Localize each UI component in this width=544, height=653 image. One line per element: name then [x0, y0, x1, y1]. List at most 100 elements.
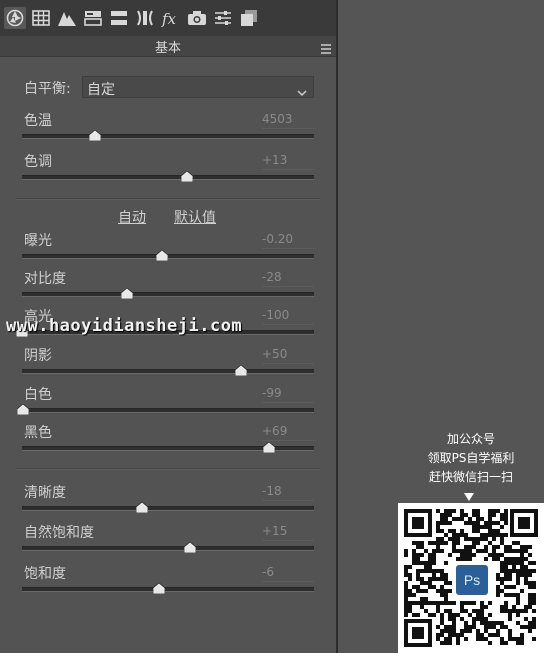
slider-track-tint[interactable]	[22, 175, 314, 180]
qr-module	[440, 577, 444, 581]
qr-module	[520, 573, 524, 577]
qr-module	[528, 569, 532, 573]
qr-module	[464, 557, 468, 561]
promo-line-2: 领取PS自学福利	[427, 451, 515, 465]
slider-thumb-vibrance[interactable]	[183, 542, 196, 553]
slider-track-saturation[interactable]	[22, 587, 314, 592]
qr-module	[424, 589, 428, 593]
qr-module	[516, 569, 520, 573]
qr-module	[524, 581, 528, 585]
qr-module	[416, 557, 420, 561]
qr-module	[468, 553, 472, 557]
qr-module	[444, 517, 448, 521]
qr-module	[500, 577, 504, 581]
split-tone-icon[interactable]	[82, 7, 104, 29]
qr-module	[520, 569, 524, 573]
qr-module	[508, 569, 512, 573]
auto-link[interactable]: 自动	[118, 207, 146, 227]
slider-value-whites[interactable]: -99	[262, 386, 314, 403]
qr-module	[412, 561, 416, 565]
qr-module	[496, 557, 500, 561]
slider-track-shadows[interactable]	[22, 369, 314, 374]
qr-module	[524, 569, 528, 573]
slider-thumb-temperature[interactable]	[89, 130, 101, 141]
qr-module	[416, 541, 420, 545]
qr-module	[500, 625, 504, 629]
slider-value-exposure[interactable]: -0.20	[262, 232, 314, 249]
qr-module	[484, 557, 488, 561]
qr-module	[440, 529, 444, 533]
default-link[interactable]: 默认值	[174, 207, 216, 227]
slider-track-contrast[interactable]	[22, 292, 314, 297]
qr-module	[456, 637, 460, 641]
qr-module	[532, 593, 536, 597]
qr-module	[504, 561, 508, 565]
slider-value-highlights[interactable]: -100	[262, 308, 314, 325]
qr-module	[528, 605, 532, 609]
slider-thumb-tint[interactable]	[180, 171, 193, 182]
qr-module	[504, 549, 508, 553]
slider-value-tint[interactable]: +13	[262, 153, 314, 170]
camera-icon[interactable]	[186, 7, 208, 29]
slider-value-saturation[interactable]: -6	[262, 565, 314, 582]
qr-module	[504, 625, 508, 629]
qr-module	[532, 621, 536, 625]
qr-module	[516, 613, 520, 617]
qr-module	[432, 549, 436, 553]
white-balance-dropdown[interactable]: 自定	[82, 76, 314, 98]
slider-track-temperature[interactable]	[22, 134, 314, 139]
slider-thumb-contrast[interactable]	[121, 288, 134, 299]
slider-thumb-saturation[interactable]	[153, 583, 166, 594]
slider-track-whites[interactable]	[22, 408, 314, 413]
qr-module	[516, 609, 520, 613]
qr-module	[484, 629, 488, 633]
hsl-bars-icon[interactable]	[108, 7, 130, 29]
qr-module	[456, 533, 460, 537]
qr-module	[528, 553, 532, 557]
panel-menu-icon[interactable]	[320, 40, 332, 54]
slider-thumb-shadows[interactable]	[235, 365, 247, 376]
qr-module	[500, 589, 504, 593]
slider-track-vibrance[interactable]	[22, 546, 314, 551]
qr-module	[420, 569, 424, 573]
slider-value-vibrance[interactable]: +15	[262, 524, 314, 541]
qr-module	[432, 557, 436, 561]
qr-module	[424, 597, 428, 601]
qr-module	[516, 641, 520, 645]
sliders-icon[interactable]	[212, 7, 234, 29]
qr-module	[404, 553, 408, 557]
qr-module	[412, 593, 416, 597]
slider-thumb-clarity[interactable]	[135, 502, 148, 513]
qr-module	[492, 521, 496, 525]
slider-value-shadows[interactable]: +50	[262, 347, 314, 364]
slider-thumb-whites[interactable]	[17, 404, 30, 415]
qr-module	[424, 601, 428, 605]
slider-track-clarity[interactable]	[22, 506, 314, 511]
qr-module	[456, 537, 460, 541]
grid-icon[interactable]	[30, 7, 52, 29]
slider-label-blacks: 黑色	[24, 425, 52, 441]
qr-module	[496, 545, 500, 549]
qr-module	[492, 513, 496, 517]
aperture-icon[interactable]	[4, 7, 26, 29]
slider-label-tint: 色调	[24, 154, 52, 170]
qr-module	[524, 577, 528, 581]
slider-thumb-exposure[interactable]	[156, 250, 169, 261]
qr-module	[508, 573, 512, 577]
slider-value-temperature[interactable]: 4503	[262, 112, 314, 129]
qr-module	[404, 565, 408, 569]
qr-module	[528, 601, 532, 605]
lens-icon[interactable]	[134, 7, 156, 29]
mountain-icon[interactable]	[56, 7, 78, 29]
qr-module	[504, 513, 508, 517]
slider-value-clarity[interactable]: -18	[262, 484, 314, 501]
qr-module	[528, 545, 532, 549]
qr-module	[436, 549, 440, 553]
qr-module	[448, 625, 452, 629]
slider-value-contrast[interactable]: -28	[262, 270, 314, 287]
layers-icon[interactable]	[238, 7, 260, 29]
fx-icon[interactable]: fx	[160, 7, 182, 29]
slider-value-blacks[interactable]: +69	[262, 424, 314, 441]
qr-module	[404, 605, 408, 609]
slider-thumb-blacks[interactable]	[262, 442, 275, 453]
